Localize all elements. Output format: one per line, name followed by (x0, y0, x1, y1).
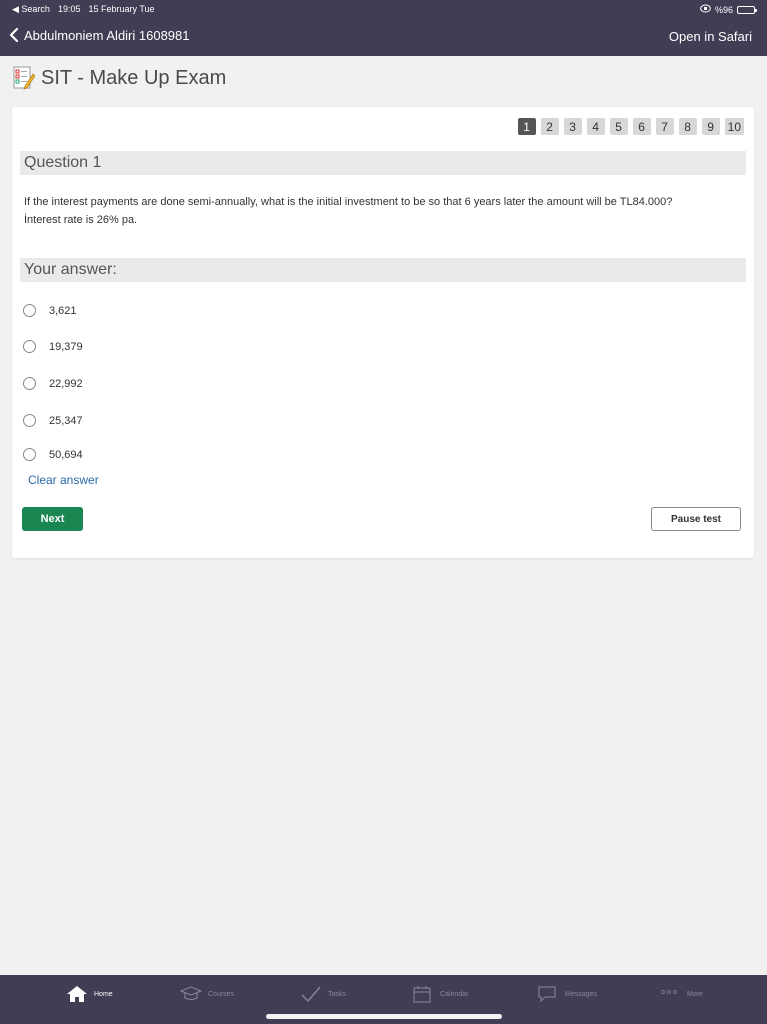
answer-option-2[interactable]: 19,379 (23, 340, 83, 353)
page-button-2[interactable]: 2 (540, 118, 559, 135)
answer-option-label: 50,694 (49, 448, 83, 461)
status-date: 15 February Tue (88, 4, 155, 14)
tab-tasks[interactable]: Tasks (300, 985, 346, 1003)
tab-label: More (687, 990, 703, 998)
ellipsis-icon (661, 990, 677, 994)
exam-card: 1 2 3 4 5 6 7 8 9 10 Question 1 If the i… (12, 107, 754, 558)
tab-label: Calendar (440, 990, 469, 998)
page-button-10[interactable]: 10 (724, 118, 744, 135)
page-button-7[interactable]: 7 (655, 118, 674, 135)
graduation-cap-icon (180, 986, 202, 1000)
next-button[interactable]: Next (22, 507, 83, 531)
tab-home[interactable]: Home (66, 985, 113, 1003)
calendar-icon (413, 986, 431, 1003)
radio-button[interactable] (23, 340, 36, 353)
status-bar: ◀ Search 19:05 15 February Tue %96 (0, 0, 767, 18)
home-indicator[interactable] (266, 1014, 502, 1019)
checkmark-icon (301, 986, 321, 1003)
radio-button[interactable] (23, 414, 36, 427)
question-text: If the interest payments are done semi-a… (24, 193, 744, 229)
answer-option-3[interactable]: 22,992 (23, 377, 83, 390)
speech-bubble-icon (538, 986, 556, 1003)
answer-option-5[interactable]: 50,694 (23, 448, 83, 461)
tab-label: Courses (208, 990, 235, 998)
answer-option-label: 19,379 (49, 340, 83, 353)
answer-option-4[interactable]: 25,347 (23, 414, 83, 427)
answer-option-1[interactable]: 3,621 (23, 304, 77, 317)
home-icon (67, 986, 87, 1002)
page-button-5[interactable]: 5 (609, 118, 628, 135)
page-button-1[interactable]: 1 (517, 118, 536, 135)
orientation-lock-icon (700, 4, 711, 15)
back-button-label: Abdulmoniem Aldiri 1608981 (24, 27, 190, 43)
question-text-line-1: If the interest payments are done semi-a… (24, 196, 673, 208)
page-title: SIT - Make Up Exam (41, 66, 227, 89)
tab-more[interactable]: More (659, 985, 703, 1003)
tab-label: Tasks (328, 990, 346, 998)
open-in-safari-button[interactable]: Open in Safari (669, 29, 752, 44)
page-header: SIT - Make Up Exam (13, 66, 226, 90)
back-to-app-link[interactable]: ◀ Search (12, 4, 50, 15)
exam-document-icon (13, 66, 35, 90)
radio-button[interactable] (23, 448, 36, 461)
chevron-left-icon (9, 27, 19, 43)
tab-label: Messages (565, 990, 597, 998)
clear-answer-link[interactable]: Clear answer (28, 473, 99, 487)
pause-test-button[interactable]: Pause test (651, 507, 741, 531)
tab-courses[interactable]: Courses (180, 985, 234, 1003)
tab-label: Home (94, 990, 113, 998)
answer-option-label: 3,621 (49, 304, 77, 317)
battery-icon (737, 5, 757, 14)
answer-option-label: 25,347 (49, 414, 83, 427)
tab-calendar[interactable]: Calendar (412, 985, 468, 1003)
page-button-3[interactable]: 3 (563, 118, 582, 135)
tab-messages[interactable]: Messages (537, 985, 597, 1003)
question-heading: Question 1 (20, 151, 746, 175)
back-button[interactable]: Abdulmoniem Aldiri 1608981 (8, 27, 190, 43)
page-button-6[interactable]: 6 (632, 118, 651, 135)
radio-button[interactable] (23, 304, 36, 317)
page-button-8[interactable]: 8 (678, 118, 697, 135)
nav-bar: Abdulmoniem Aldiri 1608981 Open in Safar… (0, 18, 767, 56)
page-button-9[interactable]: 9 (701, 118, 720, 135)
battery-percent: %96 (714, 4, 733, 15)
answer-option-label: 22,992 (49, 377, 83, 390)
question-text-line-2: İnterest rate is 26% pa. (24, 214, 138, 226)
status-time: 19:05 (57, 4, 81, 14)
radio-button[interactable] (23, 377, 36, 390)
question-pager: 1 2 3 4 5 6 7 8 9 10 (517, 118, 744, 135)
page-button-4[interactable]: 4 (586, 118, 605, 135)
answer-heading: Your answer: (20, 258, 746, 282)
